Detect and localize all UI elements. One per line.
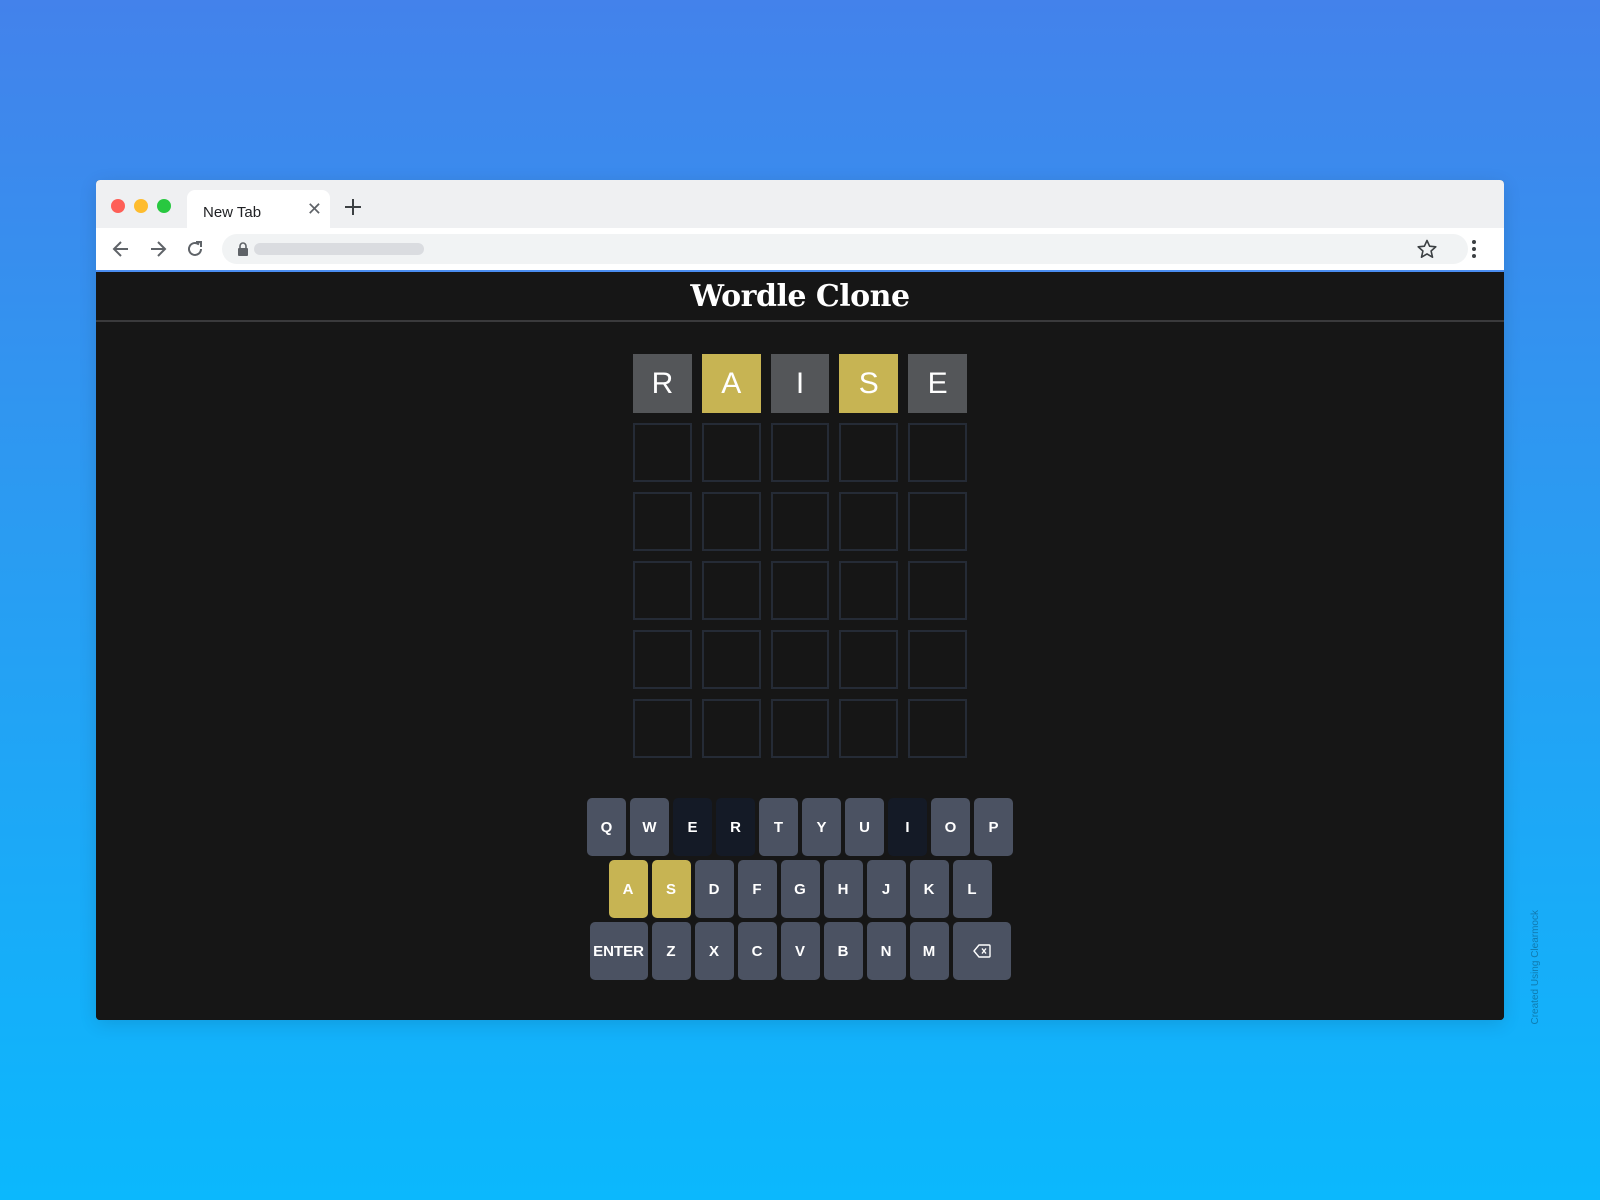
- key-c[interactable]: C: [737, 922, 777, 980]
- keyboard-row: ASDFGHJKL: [96, 860, 1504, 918]
- enter-key[interactable]: ENTER: [589, 922, 648, 980]
- board-tile: [908, 561, 967, 620]
- board-row: [633, 561, 967, 620]
- key-n[interactable]: N: [866, 922, 906, 980]
- address-bar[interactable]: [222, 234, 1468, 264]
- board-tile: [770, 423, 830, 482]
- board-row: [633, 423, 967, 482]
- board-tile: [701, 561, 761, 620]
- key-q[interactable]: Q: [587, 798, 626, 856]
- board-tile: [839, 561, 899, 620]
- key-f[interactable]: F: [737, 860, 777, 918]
- key-k[interactable]: K: [909, 860, 949, 918]
- board-tile: [908, 492, 967, 551]
- tab-new-tab[interactable]: New Tab ✕: [187, 190, 330, 228]
- maximize-window-button[interactable]: [157, 199, 171, 213]
- board-tile: [839, 630, 899, 689]
- board-tile: [701, 423, 761, 482]
- bookmark-star-icon[interactable]: [1416, 238, 1438, 260]
- new-tab-icon[interactable]: [342, 196, 364, 218]
- board-tile: [839, 423, 899, 482]
- key-r[interactable]: R: [716, 798, 755, 856]
- board-row: RAISE: [633, 354, 967, 413]
- key-o[interactable]: O: [931, 798, 970, 856]
- board-tile: R: [633, 354, 692, 413]
- lock-icon: [238, 242, 248, 256]
- key-x[interactable]: X: [694, 922, 734, 980]
- board-tile: [633, 492, 692, 551]
- board-tile: E: [908, 354, 967, 413]
- tab-close-icon[interactable]: ✕: [307, 199, 322, 219]
- browser-window: New Tab ✕ Wordle Clone R A I S E Q W E R…: [96, 180, 1504, 1020]
- key-u[interactable]: U: [845, 798, 884, 856]
- board-row: [633, 492, 967, 551]
- keyboard-row: QWERTYUIOP: [96, 798, 1504, 856]
- key-z[interactable]: Z: [651, 922, 691, 980]
- board-tile: [839, 699, 899, 758]
- board-tile: [770, 492, 830, 551]
- forward-icon[interactable]: [147, 238, 169, 260]
- board-tile: [770, 630, 830, 689]
- key-l[interactable]: L: [952, 860, 992, 918]
- key-i[interactable]: I: [888, 798, 927, 856]
- board-tile: [908, 699, 967, 758]
- key-d[interactable]: D: [694, 860, 734, 918]
- key-s[interactable]: S: [651, 860, 691, 918]
- board-tile: [701, 699, 761, 758]
- page-title: Wordle Clone: [690, 279, 910, 314]
- key-g[interactable]: G: [780, 860, 820, 918]
- key-w[interactable]: W: [630, 798, 669, 856]
- on-screen-keyboard: Q W E R T Y U I O P A S D F G H J K L ENTER Z X C V B N M: [96, 798, 1504, 984]
- key-e[interactable]: E: [673, 798, 712, 856]
- back-icon[interactable]: [110, 238, 132, 260]
- browser-menu-icon[interactable]: [1469, 238, 1479, 260]
- board-tile: A: [701, 354, 761, 413]
- backspace-key[interactable]: [952, 922, 1011, 980]
- board-tile: S: [839, 354, 899, 413]
- keyboard-row: ENTER Z X C V B N M: [96, 922, 1504, 980]
- board-tile: [701, 630, 761, 689]
- board-tile: [839, 492, 899, 551]
- board-row: [633, 699, 967, 758]
- board-tile: [633, 630, 692, 689]
- board-tile: [633, 561, 692, 620]
- key-j[interactable]: J: [866, 860, 906, 918]
- key-b[interactable]: B: [823, 922, 863, 980]
- key-v[interactable]: V: [780, 922, 820, 980]
- board-row: [633, 630, 967, 689]
- board-tile: [908, 630, 967, 689]
- minimize-window-button[interactable]: [134, 199, 148, 213]
- key-p[interactable]: P: [974, 798, 1013, 856]
- game-board: RAISE: [633, 354, 967, 768]
- page-content: Wordle Clone RAISE Q W E R T Y U I O P A S D F G H J K L EN…: [96, 272, 1504, 1020]
- tab-title: New Tab: [203, 204, 262, 221]
- close-window-button[interactable]: [111, 199, 125, 213]
- key-a[interactable]: A: [608, 860, 648, 918]
- board-tile: [701, 492, 761, 551]
- backspace-icon: [972, 944, 991, 958]
- board-tile: [908, 423, 967, 482]
- watermark: Created Using Clearmock: [1530, 910, 1541, 1025]
- board-tile: [633, 699, 692, 758]
- key-t[interactable]: T: [759, 798, 798, 856]
- key-m[interactable]: M: [909, 922, 949, 980]
- url-placeholder: [254, 243, 424, 255]
- board-tile: [770, 561, 830, 620]
- browser-toolbar: [96, 228, 1504, 272]
- reload-icon[interactable]: [184, 238, 206, 260]
- board-tile: I: [770, 354, 830, 413]
- key-y[interactable]: Y: [802, 798, 841, 856]
- app-header: Wordle Clone: [96, 272, 1504, 322]
- board-tile: [633, 423, 692, 482]
- tab-bar: New Tab ✕: [96, 180, 1504, 228]
- board-tile: [770, 699, 830, 758]
- key-h[interactable]: H: [823, 860, 863, 918]
